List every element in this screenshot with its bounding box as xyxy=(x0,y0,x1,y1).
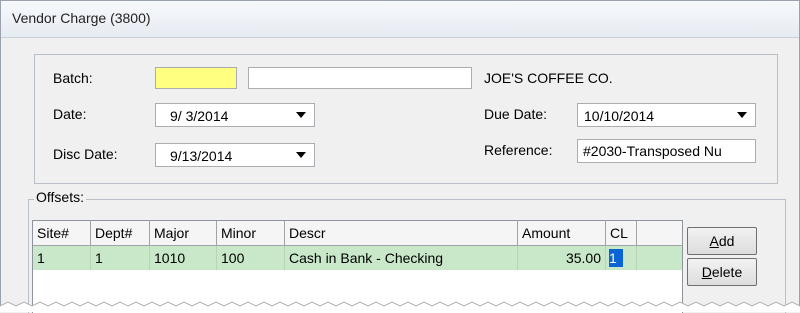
column-header-amount[interactable]: Amount xyxy=(518,221,606,245)
column-header-dept[interactable]: Dept# xyxy=(91,221,150,245)
offsets-label: Offsets: xyxy=(34,189,86,205)
cell-dept[interactable]: 1 xyxy=(91,246,150,270)
column-header-major[interactable]: Major xyxy=(150,221,217,245)
column-header-site[interactable]: Site# xyxy=(33,221,91,245)
add-button-mnemonic: A xyxy=(709,233,719,249)
cell-descr[interactable]: Cash in Bank - Checking xyxy=(285,246,518,270)
chevron-down-icon[interactable] xyxy=(292,146,310,164)
grid-header: Site# Dept# Major Minor Descr Amount CL xyxy=(33,221,682,246)
due-date-value: 10/10/2014 xyxy=(584,108,655,124)
add-button[interactable]: Add xyxy=(687,227,757,255)
batch-label: Batch: xyxy=(53,70,93,86)
add-button-label: dd xyxy=(718,233,735,249)
reference-label: Reference: xyxy=(484,142,553,158)
table-row[interactable]: 1 1 1010 100 Cash in Bank - Checking 35.… xyxy=(33,246,682,270)
disc-date-value: 9/13/2014 xyxy=(170,148,233,164)
cell-cl[interactable]: 1 xyxy=(606,246,637,270)
torn-edge xyxy=(0,301,800,312)
reference-field[interactable]: #2030-Transposed Nu xyxy=(577,139,756,163)
delete-button-label: elete xyxy=(711,264,743,280)
date-label: Date: xyxy=(53,106,87,122)
due-date-combo[interactable]: 10/10/2014 xyxy=(577,103,756,127)
vendor-name: JOE'S COFFEE CO. xyxy=(484,70,613,86)
delete-button-mnemonic: D xyxy=(701,264,712,280)
cell-site[interactable]: 1 xyxy=(33,246,91,270)
cell-amount[interactable]: 35.00 xyxy=(518,246,606,270)
window-title: Vendor Charge (3800) xyxy=(12,10,151,26)
batch-name-field[interactable] xyxy=(248,67,472,89)
disc-date-combo[interactable]: 9/13/2014 xyxy=(155,143,315,167)
chevron-down-icon[interactable] xyxy=(733,106,751,124)
cell-cl-value[interactable]: 1 xyxy=(609,249,623,267)
cell-major[interactable]: 1010 xyxy=(150,246,217,270)
column-header-minor[interactable]: Minor xyxy=(217,221,285,245)
delete-button[interactable]: Delete xyxy=(687,258,757,286)
column-header-cl[interactable]: CL xyxy=(606,221,637,245)
batch-code-field[interactable] xyxy=(155,67,237,89)
due-date-label: Due Date: xyxy=(484,106,548,122)
column-header-descr[interactable]: Descr xyxy=(285,221,518,245)
disc-date-label: Disc Date: xyxy=(53,146,118,162)
cell-minor[interactable]: 100 xyxy=(217,246,285,270)
title-bar[interactable]: Vendor Charge (3800) xyxy=(1,1,799,38)
date-value: 9/ 3/2014 xyxy=(170,108,229,124)
chevron-down-icon[interactable] xyxy=(292,106,310,124)
date-combo[interactable]: 9/ 3/2014 xyxy=(155,103,315,127)
